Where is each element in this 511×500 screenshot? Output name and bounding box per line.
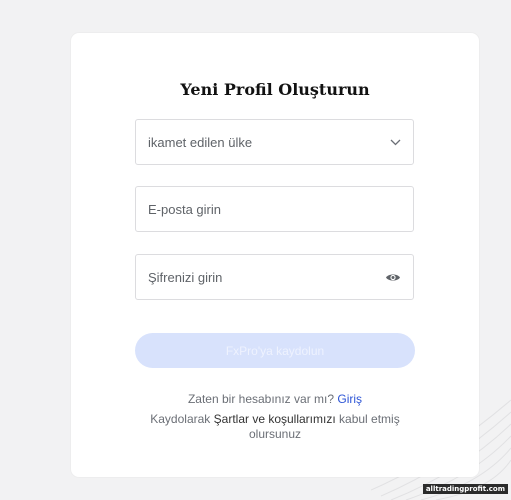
page-title: Yeni Profil Oluşturun: [180, 80, 370, 99]
login-link[interactable]: Giriş: [337, 392, 362, 406]
chevron-down-icon: [389, 136, 401, 148]
password-field[interactable]: Şifrenizi girin: [135, 254, 414, 300]
signup-submit-button[interactable]: FxPro'ya kaydolun: [135, 333, 415, 368]
country-select[interactable]: ikamet edilen ülke: [135, 119, 414, 165]
login-prompt: Zaten bir hesabınız var mı? Giriş: [71, 392, 479, 406]
email-field-placeholder: E-posta girin: [148, 201, 221, 217]
password-field-placeholder: Şifrenizi girin: [148, 269, 223, 285]
terms-link[interactable]: Şartlar ve koşullarımızı: [214, 412, 336, 426]
terms-notice: Kaydolarak Şartlar ve koşullarımızı kabu…: [131, 412, 419, 442]
eye-icon[interactable]: [385, 271, 401, 283]
login-prompt-text: Zaten bir hesabınız var mı?: [187, 392, 335, 406]
email-field[interactable]: E-posta girin: [135, 186, 414, 232]
terms-prefix: Kaydolarak: [150, 412, 211, 426]
country-select-placeholder: ikamet edilen ülke: [148, 134, 253, 150]
signup-card: Yeni Profil Oluşturun ikamet edilen ülke…: [71, 33, 479, 477]
watermark: alltradingprofit.com: [422, 484, 508, 494]
